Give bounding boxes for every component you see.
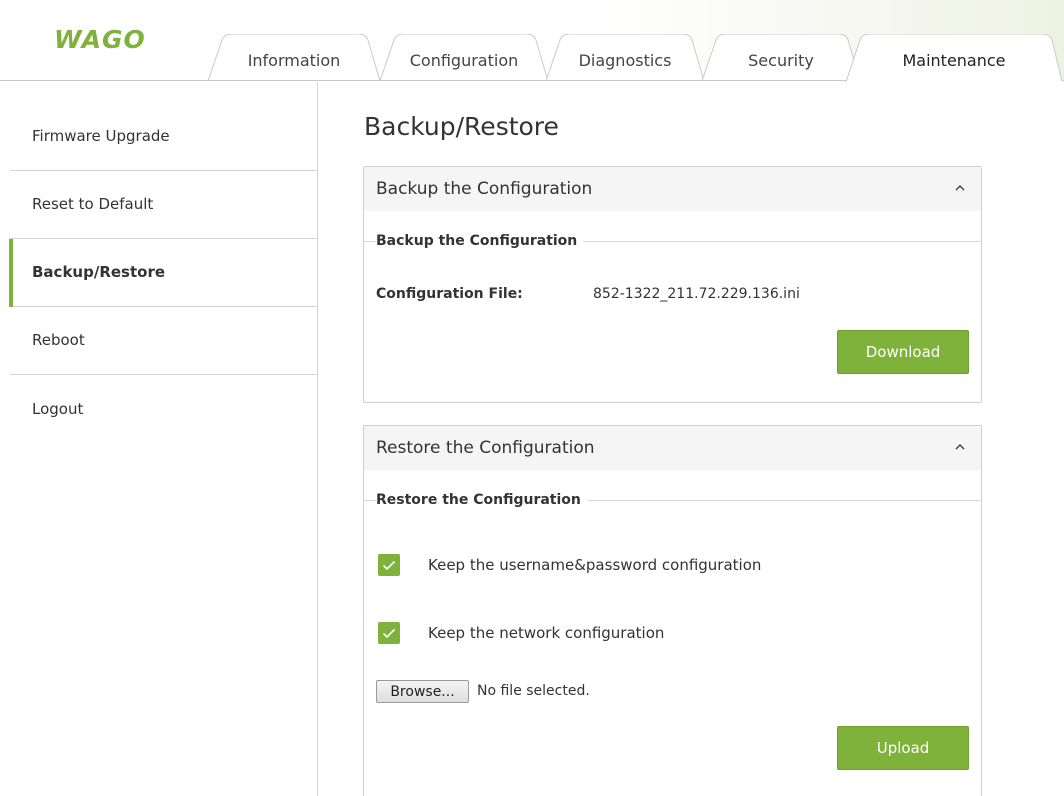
sidebar-item-label: Firmware Upgrade [32, 127, 170, 145]
sidebar-item-reset-to-default[interactable]: Reset to Default [10, 171, 317, 239]
sidebar: Firmware Upgrade Reset to Default Backup… [0, 82, 318, 796]
sidebar-item-label: Reset to Default [32, 195, 154, 213]
tab-configuration[interactable]: Configuration [380, 34, 548, 81]
section-title: Backup the Configuration [376, 233, 584, 249]
tab-label: Diagnostics [578, 50, 672, 70]
chevron-up-icon[interactable] [953, 181, 967, 195]
panel-title: Backup the Configuration [376, 179, 593, 199]
tab-label: Maintenance [902, 51, 1006, 70]
checkmark-icon [382, 628, 396, 638]
tab-security[interactable]: Security [702, 34, 860, 81]
restore-legend: Restore the Configuration [364, 470, 981, 508]
panel-title: Restore the Configuration [376, 438, 595, 458]
keep-credentials-checkbox[interactable] [378, 554, 400, 576]
keep-credentials-option[interactable]: Keep the username&password configuration [378, 553, 761, 577]
configuration-file-value: 852-1322_211.72.229.136.ini [593, 286, 800, 302]
restore-panel-header[interactable]: Restore the Configuration [364, 426, 981, 470]
chevron-up-icon[interactable] [953, 440, 967, 454]
sidebar-item-label: Backup/Restore [32, 263, 166, 281]
checkmark-icon [382, 560, 396, 570]
upload-button[interactable]: Upload [837, 726, 969, 770]
sidebar-item-label: Reboot [32, 331, 85, 349]
sidebar-item-backup-restore[interactable]: Backup/Restore [9, 239, 317, 307]
keep-network-checkbox[interactable] [378, 622, 400, 644]
header: WAGO Information Configuration Diagnosti… [0, 0, 1064, 82]
restore-panel: Restore the Configuration Restore the Co… [363, 425, 982, 796]
sidebar-item-firmware-upgrade[interactable]: Firmware Upgrade [10, 103, 317, 171]
backup-panel: Backup the Configuration Backup the Conf… [363, 166, 982, 403]
sidebar-item-logout[interactable]: Logout [10, 375, 317, 443]
keep-network-option[interactable]: Keep the network configuration [378, 621, 664, 645]
page: WAGO Information Configuration Diagnosti… [0, 0, 1064, 796]
configuration-file-label: Configuration File: [376, 286, 523, 302]
sidebar-item-label: Logout [32, 399, 84, 418]
keep-credentials-label: Keep the username&password configuration [428, 556, 762, 574]
section-title: Restore the Configuration [376, 492, 587, 508]
tab-label: Information [247, 50, 341, 70]
tab-label: Security [748, 50, 814, 70]
tab-diagnostics[interactable]: Diagnostics [546, 34, 704, 81]
backup-panel-header[interactable]: Backup the Configuration [364, 167, 981, 211]
file-status-text: No file selected. [477, 683, 590, 699]
sidebar-item-reboot[interactable]: Reboot [10, 307, 317, 375]
keep-network-label: Keep the network configuration [428, 624, 665, 642]
download-button[interactable]: Download [837, 330, 969, 374]
page-title: Backup/Restore [364, 112, 559, 141]
tab-maintenance[interactable]: Maintenance [846, 34, 1062, 82]
main-tabs: Information Configuration Diagnostics Se… [0, 34, 1064, 82]
tab-label: Configuration [409, 50, 519, 70]
browse-button[interactable]: Browse... [376, 680, 469, 703]
backup-legend: Backup the Configuration [364, 211, 981, 249]
tab-information[interactable]: Information [208, 34, 380, 81]
